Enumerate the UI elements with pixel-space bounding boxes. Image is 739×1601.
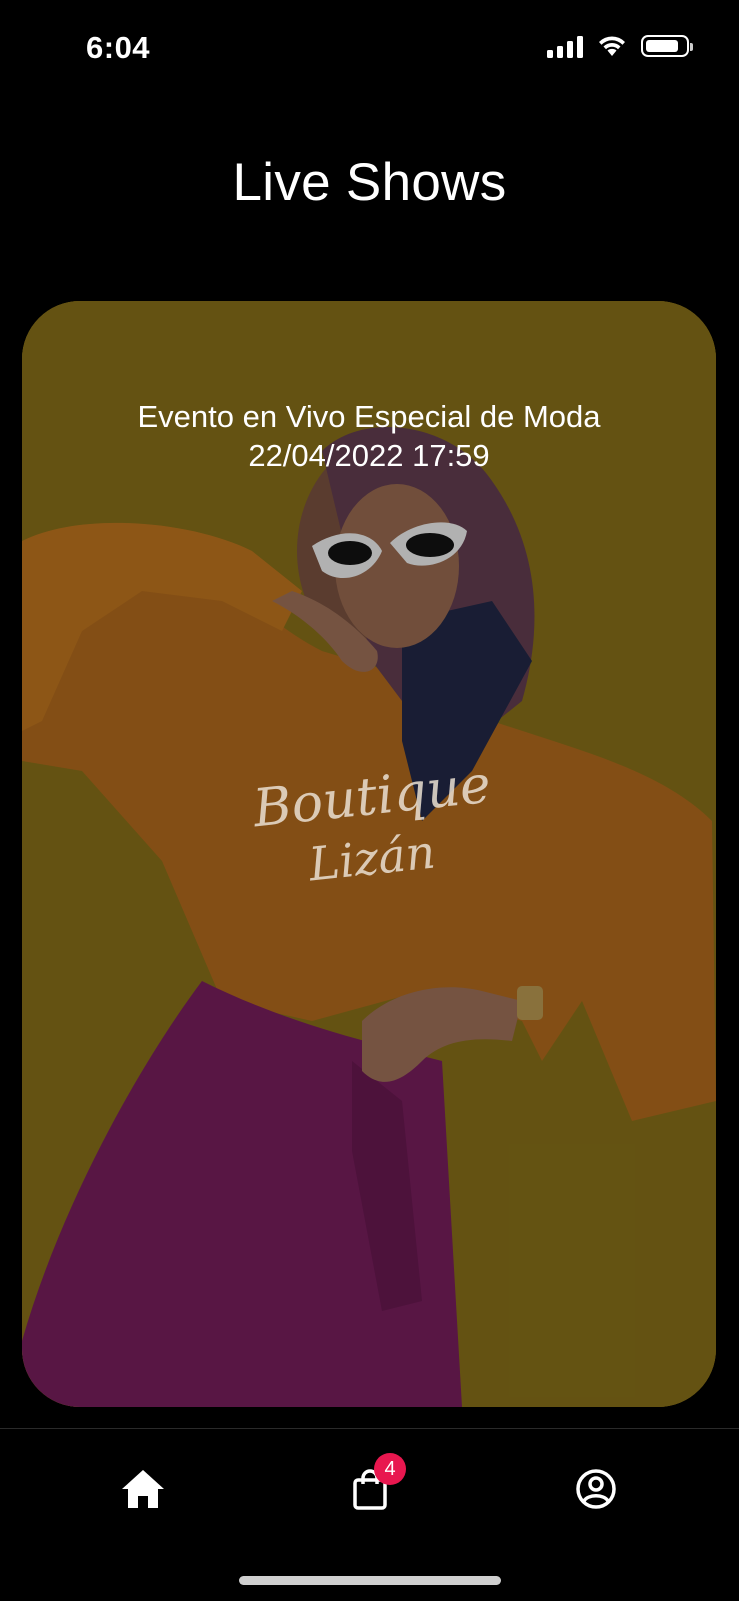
battery-icon <box>641 35 693 57</box>
wifi-icon <box>599 36 625 56</box>
battery-level <box>646 40 678 52</box>
page-title: Live Shows <box>232 153 507 212</box>
cart-count-badge: 4 <box>374 1453 406 1485</box>
event-datetime: 22/04/2022 17:59 <box>248 438 490 473</box>
status-bar: 6:04 <box>0 0 739 100</box>
home-indicator[interactable] <box>239 1576 501 1585</box>
event-title-block: Evento en Vivo Especial de Moda 22/04/20… <box>22 397 716 475</box>
profile-icon <box>576 1469 616 1509</box>
tab-home[interactable] <box>113 1459 173 1519</box>
tab-cart[interactable]: 4 <box>340 1453 406 1519</box>
boutique-watermark-logo: Boutique Lizán <box>242 755 502 892</box>
tab-profile[interactable] <box>566 1459 626 1519</box>
status-icons <box>547 34 693 58</box>
status-time: 6:04 <box>86 30 151 65</box>
live-show-card[interactable]: Evento en Vivo Especial de Moda 22/04/20… <box>22 301 716 1407</box>
cellular-signal-icon <box>547 34 583 58</box>
event-title: Evento en Vivo Especial de Moda <box>137 399 601 434</box>
home-icon <box>122 1470 164 1508</box>
